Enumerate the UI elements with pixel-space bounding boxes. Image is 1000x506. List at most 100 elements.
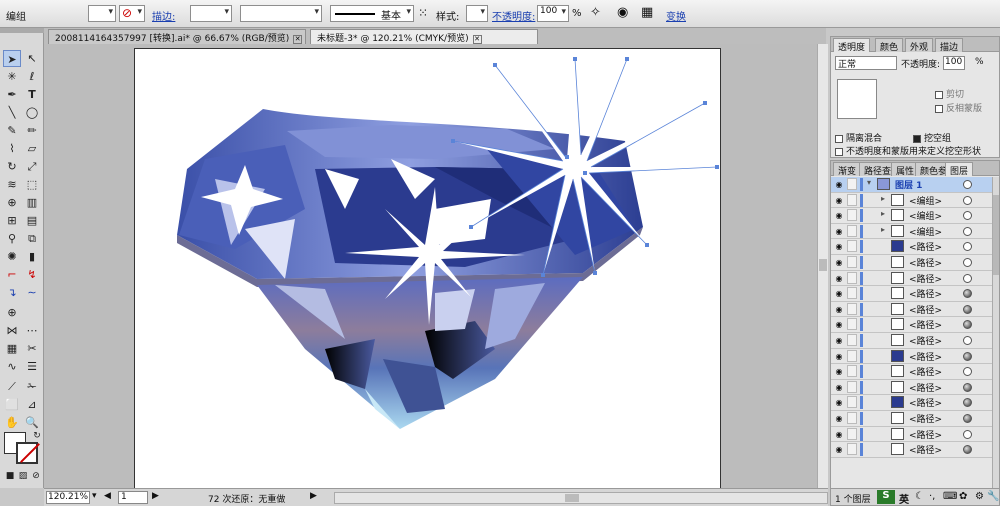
settings-icon[interactable]: ⚙ bbox=[975, 491, 984, 502]
tab-stroke[interactable]: 描边 bbox=[935, 38, 964, 53]
free-transform-icon[interactable]: ⬚ bbox=[23, 176, 41, 193]
pencil-icon[interactable]: ✏ bbox=[23, 122, 41, 139]
lock-toggle[interactable] bbox=[847, 224, 857, 237]
ellipse-tool-icon[interactable]: ◯ bbox=[23, 104, 41, 121]
stroke-swatch[interactable]: ⊘ bbox=[119, 5, 145, 22]
blob-brush-icon[interactable]: ⌇ bbox=[3, 140, 21, 157]
blend-tool-icon[interactable]: ⧉ bbox=[23, 230, 41, 247]
layer-row-top[interactable]: ◉ ▾ 图层 1 bbox=[831, 177, 994, 193]
layer-row[interactable]: ◉ <路径> bbox=[831, 271, 994, 287]
scroll-thumb[interactable] bbox=[819, 259, 827, 271]
eye-icon[interactable]: ◉ bbox=[833, 258, 845, 267]
layer-row[interactable]: ◉ <路径> bbox=[831, 442, 994, 458]
lock-toggle[interactable] bbox=[847, 240, 857, 253]
none-mode-icon[interactable]: ⊘ bbox=[27, 468, 45, 485]
lock-toggle[interactable] bbox=[847, 349, 857, 362]
crop-icon[interactable]: ⬜ bbox=[3, 396, 21, 413]
reshape-tool-icon[interactable]: ∼ bbox=[23, 284, 41, 301]
layer-row[interactable]: ◉ <路径> bbox=[831, 302, 994, 318]
next-artboard-icon[interactable]: ▶ bbox=[152, 491, 159, 501]
layer-row[interactable]: ◉ <路径> bbox=[831, 317, 994, 333]
disclosure-triangle-icon[interactable]: ▾ bbox=[867, 178, 871, 187]
keyboard-icon[interactable]: ⌨ bbox=[943, 491, 957, 502]
layer-row[interactable]: ◉ <路径> bbox=[831, 364, 994, 380]
mesh-tool-icon[interactable]: ⊞ bbox=[3, 212, 21, 229]
type-tool-icon[interactable]: T bbox=[23, 86, 41, 103]
clip-option[interactable]: 剪切 bbox=[935, 87, 964, 100]
eye-icon[interactable]: ◉ bbox=[833, 305, 845, 314]
shape-builder-icon[interactable]: ⊕ bbox=[3, 194, 21, 211]
lasso-icon[interactable]: ℓ bbox=[23, 68, 41, 85]
stroke-link[interactable]: 描边: bbox=[152, 8, 175, 23]
target-circle-icon[interactable] bbox=[963, 304, 972, 314]
target-circle-icon[interactable] bbox=[963, 273, 972, 283]
layer-row[interactable]: ◉ <路径> bbox=[831, 286, 994, 302]
layer-row[interactable]: ◉ <路径> bbox=[831, 255, 994, 271]
perspective-grid-icon[interactable]: ▥ bbox=[23, 194, 41, 211]
target-circle-icon[interactable] bbox=[963, 195, 972, 205]
tab-gradient[interactable]: 渐变 bbox=[833, 162, 862, 177]
prev-artboard-icon[interactable]: ◀ bbox=[104, 491, 111, 501]
tab-document-1[interactable]: 20081141643579​97 [转换].ai* @ 66.67% (RGB… bbox=[48, 29, 306, 44]
layer-row[interactable]: ◉ <路径> bbox=[831, 380, 994, 396]
column-graph-icon[interactable]: ▮ bbox=[23, 248, 41, 265]
lock-toggle[interactable] bbox=[847, 396, 857, 409]
lock-toggle[interactable] bbox=[847, 271, 857, 284]
eye-icon[interactable]: ◉ bbox=[833, 430, 845, 439]
layer-row[interactable]: ◉ ▸ <编组> bbox=[831, 224, 994, 240]
target-circle-icon[interactable] bbox=[963, 445, 972, 455]
punctuation-icon[interactable]: ·, bbox=[929, 491, 935, 502]
variable-width-dropdown[interactable] bbox=[240, 5, 322, 22]
lock-toggle[interactable] bbox=[847, 443, 857, 456]
horizontal-scrollbar[interactable] bbox=[334, 492, 828, 504]
canvas-area[interactable] bbox=[44, 44, 817, 492]
selection-tool-icon[interactable]: ➤ bbox=[3, 50, 21, 67]
width-tool-icon[interactable]: ↴ bbox=[3, 284, 21, 301]
eye-icon[interactable]: ◉ bbox=[833, 352, 845, 361]
lock-toggle[interactable] bbox=[847, 256, 857, 268]
tab-layers[interactable]: 图层 bbox=[945, 162, 974, 177]
artboard[interactable] bbox=[134, 48, 721, 492]
stroke-graph-icon[interactable]: ∿ bbox=[3, 358, 21, 375]
disclosure-triangle-icon[interactable]: ▸ bbox=[881, 209, 885, 218]
opacity-input[interactable]: 100 bbox=[537, 5, 569, 22]
lock-toggle[interactable] bbox=[847, 193, 857, 206]
close-icon[interactable]: ✕ bbox=[293, 35, 303, 44]
eye-icon[interactable]: ◉ bbox=[833, 227, 845, 236]
lock-toggle[interactable] bbox=[847, 302, 857, 315]
tab-document-2[interactable]: 未标题-3* @ 120.21% (CMYK/预览) ✕ bbox=[310, 29, 538, 44]
layer-row[interactable]: ◉ <路径> bbox=[831, 239, 994, 255]
target-circle-icon[interactable] bbox=[963, 320, 972, 330]
align-icon[interactable]: ▦ bbox=[641, 5, 653, 20]
lock-toggle[interactable] bbox=[847, 427, 857, 440]
eye-icon[interactable]: ◉ bbox=[833, 414, 845, 423]
target-circle-icon[interactable] bbox=[963, 367, 972, 377]
line-tool-icon[interactable]: ╲ bbox=[3, 104, 21, 121]
opacity-field[interactable]: 100 bbox=[943, 56, 965, 70]
paintbrush-icon[interactable]: ✎ bbox=[3, 122, 21, 139]
layer-row[interactable]: ◉ <路径> bbox=[831, 333, 994, 349]
scissors-icon[interactable]: ✁ bbox=[23, 378, 41, 395]
layers-scrollbar[interactable] bbox=[992, 177, 999, 489]
moon-icon[interactable]: ☾ bbox=[915, 491, 924, 502]
tab-appearance[interactable]: 外观 bbox=[905, 38, 934, 53]
layer-row[interactable]: ◉ <路径> bbox=[831, 395, 994, 411]
brush-definition-dropdown[interactable]: 基本 bbox=[330, 5, 414, 22]
chart-icon[interactable]: ▦ bbox=[3, 340, 21, 357]
status-menu-icon[interactable]: ▶ bbox=[310, 491, 317, 501]
magic-wand-icon[interactable]: ✳ bbox=[3, 68, 21, 85]
slice-tool-icon[interactable]: ↯ bbox=[23, 266, 41, 283]
opacity-link[interactable]: 不透明度: bbox=[492, 8, 535, 23]
layer-row[interactable]: ◉ <路径> bbox=[831, 411, 994, 427]
target-circle-icon[interactable] bbox=[963, 242, 972, 252]
eye-icon[interactable]: ◉ bbox=[833, 320, 845, 329]
vertical-scrollbar[interactable] bbox=[817, 44, 828, 488]
stroke-color-swatch[interactable] bbox=[16, 442, 40, 464]
lock-toggle[interactable] bbox=[847, 318, 857, 331]
target-circle-icon[interactable] bbox=[963, 336, 972, 345]
live-paint-icon[interactable]: ✂ bbox=[23, 340, 41, 357]
warp-tool-icon[interactable]: ≋ bbox=[3, 176, 21, 193]
lock-toggle[interactable] bbox=[847, 287, 857, 300]
pen-tool-icon[interactable]: ✒ bbox=[3, 86, 21, 103]
disclosure-triangle-icon[interactable]: ▸ bbox=[881, 225, 885, 234]
